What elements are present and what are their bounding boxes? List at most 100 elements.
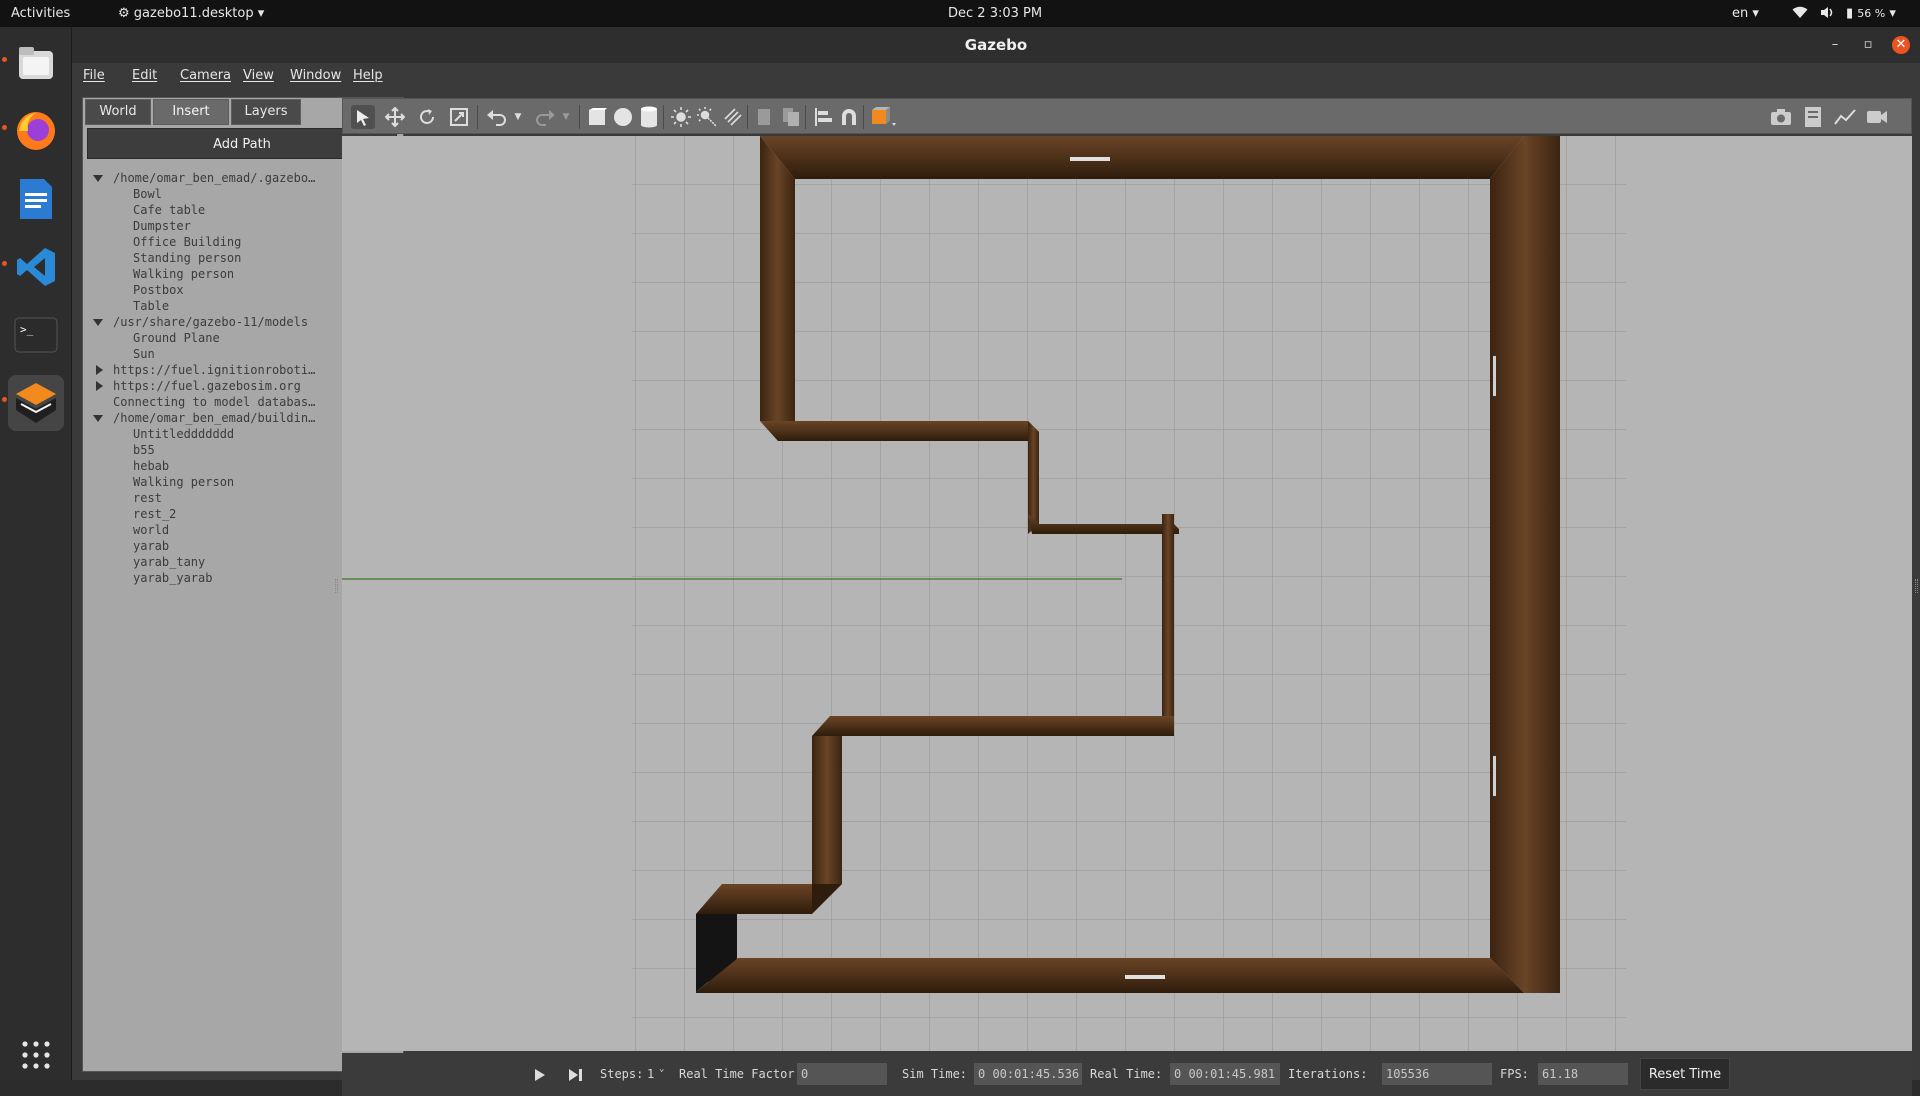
libreoffice-writer-icon[interactable]	[8, 171, 64, 227]
log-data-icon[interactable]	[1801, 105, 1825, 129]
wifi-icon[interactable]	[1792, 6, 1808, 23]
paste-icon[interactable]	[779, 105, 803, 129]
screenshot-camera-icon[interactable]	[1769, 105, 1793, 129]
reset-time-button[interactable]: Reset Time	[1640, 1058, 1730, 1090]
gazebo-app-icon[interactable]	[8, 375, 64, 431]
sphere-shape-icon[interactable]	[611, 105, 635, 129]
menu-view[interactable]: View	[243, 68, 274, 83]
tree-item-label: Sun	[133, 347, 155, 361]
activities-button[interactable]: Activities	[11, 6, 70, 21]
running-indicator	[2, 261, 7, 266]
iterations-value: 105536	[1382, 1063, 1492, 1085]
expand-arrow-icon[interactable]	[93, 415, 103, 422]
panel-splitter-handle[interactable]	[335, 579, 338, 593]
menu-file[interactable]: File	[83, 68, 105, 83]
scale-mode-icon[interactable]	[447, 105, 471, 129]
toolbar-separator	[579, 105, 580, 129]
align-icon[interactable]	[811, 105, 835, 129]
files-app-icon[interactable]	[8, 35, 64, 91]
svg-text:>_: >_	[20, 323, 34, 336]
video-record-icon[interactable]	[1865, 105, 1889, 129]
collapsed-arrow-icon[interactable]	[96, 381, 103, 391]
fps-value: 61.18	[1538, 1063, 1628, 1085]
plot-icon[interactable]	[1833, 105, 1857, 129]
running-indicator	[2, 125, 7, 130]
steps-spinner-chevron-icon[interactable]: ⌄	[659, 1064, 664, 1074]
minimize-icon[interactable]: –	[1826, 36, 1844, 54]
toolbar-separator	[747, 105, 748, 129]
right-panel-splitter-handle[interactable]	[1915, 579, 1918, 593]
clock[interactable]: Dec 2 3:03 PM	[948, 6, 1042, 21]
vscode-icon[interactable]	[8, 239, 64, 295]
tree-item-label: Dumpster	[133, 219, 191, 233]
tree-item-label: https://fuel.gazebosim.org	[113, 379, 301, 393]
window-title: Gazebo	[964, 36, 1028, 54]
app-menu[interactable]: ⚙ gazebo11.desktop ▾	[118, 6, 264, 21]
terminal-icon[interactable]: >_	[8, 307, 64, 363]
scene-viewport[interactable]	[342, 136, 1912, 1051]
undo-history-chevron-icon[interactable]: ▼	[511, 105, 525, 129]
dock: >_	[0, 27, 72, 1080]
tree-item-label: Connecting to model databas…	[113, 395, 316, 409]
view-angle-icon[interactable]	[869, 105, 899, 129]
rotate-mode-icon[interactable]	[415, 105, 439, 129]
tree-item-label: rest	[133, 491, 162, 505]
snap-magnet-icon[interactable]	[837, 105, 861, 129]
tree-item-label: yarab_tany	[133, 555, 206, 569]
point-light-icon[interactable]	[669, 105, 693, 129]
show-applications-icon[interactable]	[8, 1027, 64, 1083]
collapsed-arrow-icon[interactable]	[96, 365, 103, 375]
real-time-value: 0 00:01:45.981	[1170, 1063, 1280, 1085]
battery-indicator[interactable]: ▮ 56 % ▾	[1846, 6, 1896, 21]
menu-window[interactable]: Window	[290, 68, 341, 83]
real-time-factor-value: 0	[797, 1063, 887, 1085]
directional-light-icon[interactable]	[721, 105, 745, 129]
toolbar-separator	[663, 105, 664, 129]
expand-arrow-icon[interactable]	[93, 319, 103, 326]
chevron-down-icon: ▾	[257, 6, 265, 21]
tab-world[interactable]: World	[85, 99, 151, 125]
menu-help[interactable]: Help	[353, 68, 383, 83]
tree-item-label: yarab	[133, 539, 170, 553]
menu-bar: File Edit Camera View Window Help	[72, 63, 1920, 89]
volume-icon[interactable]	[1820, 6, 1836, 23]
tree-item-label: Standing person	[133, 251, 242, 265]
maximize-icon[interactable]: ▫	[1859, 36, 1877, 54]
tree-item-label: Postbox	[133, 283, 184, 297]
tree-item-label: Ground Plane	[133, 331, 220, 345]
redo-history-chevron-icon[interactable]: ▼	[559, 105, 573, 129]
firefox-icon[interactable]	[8, 103, 64, 159]
menu-edit[interactable]: Edit	[132, 68, 157, 83]
tree-item-label: world	[133, 523, 170, 537]
toolbar: ▼ ▼	[342, 98, 1912, 134]
redo-icon[interactable]	[533, 105, 557, 129]
tree-item-label: Office Building	[133, 235, 242, 249]
tab-insert[interactable]: Insert	[153, 99, 229, 125]
spot-light-icon[interactable]	[695, 105, 719, 129]
tree-item-label: Table	[133, 299, 170, 313]
select-mode-icon[interactable]	[351, 105, 375, 129]
translate-mode-icon[interactable]	[383, 105, 407, 129]
tree-item-label: rest_2	[133, 507, 177, 521]
expand-arrow-icon[interactable]	[93, 175, 103, 182]
step-icon[interactable]	[564, 1063, 588, 1087]
tree-item-label: b55	[133, 443, 155, 457]
undo-icon[interactable]	[485, 105, 509, 129]
copy-icon[interactable]	[753, 105, 777, 129]
tree-item-label: Walking person	[133, 267, 235, 281]
menu-camera[interactable]: Camera	[180, 68, 231, 83]
running-indicator	[2, 397, 7, 402]
tree-item-label: /usr/share/gazebo-11/models	[113, 315, 309, 329]
gazebo-app-icon: ⚙	[118, 6, 130, 21]
gazebo-window: Gazebo – ▫ ✕ File Edit Camera View Windo…	[72, 27, 1920, 1096]
tree-item-label: Bowl	[133, 187, 162, 201]
close-icon[interactable]: ✕	[1892, 36, 1910, 54]
language-indicator[interactable]: en ▾	[1732, 6, 1759, 21]
steps-value[interactable]: 1	[647, 1067, 654, 1081]
box-shape-icon[interactable]	[585, 105, 609, 129]
tab-layers[interactable]: Layers	[231, 99, 301, 125]
tree-item-label: Cafe table	[133, 203, 206, 217]
play-icon[interactable]	[528, 1063, 552, 1087]
title-bar[interactable]: Gazebo – ▫ ✕	[72, 27, 1920, 63]
cylinder-shape-icon[interactable]	[637, 105, 661, 129]
